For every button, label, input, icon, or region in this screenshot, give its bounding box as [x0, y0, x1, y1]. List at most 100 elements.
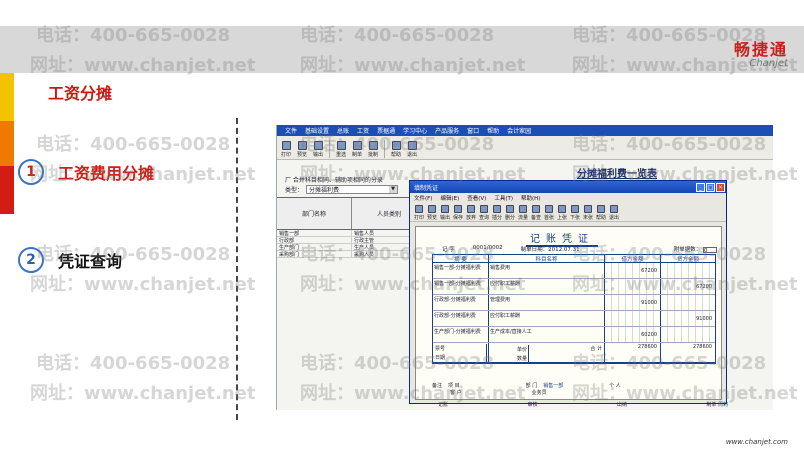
entry-credit[interactable] — [661, 263, 715, 278]
discard-button[interactable]: 放弃 — [465, 205, 477, 221]
export-button[interactable]: 输出 — [439, 205, 451, 221]
button-label: 批制 — [367, 152, 378, 158]
menu-edit[interactable]: 编辑(E) — [440, 194, 459, 202]
table-row[interactable]: 销售一部 销售人员 — [277, 230, 427, 237]
reference-button[interactable]: 备查 — [530, 205, 542, 221]
menu-tools[interactable]: 工具(T) — [494, 194, 513, 202]
next-button[interactable]: 下张 — [569, 205, 581, 221]
table-row[interactable]: 行政部-分摊福利费 应付职工薪酬 91000 — [433, 311, 715, 327]
entry-debit[interactable]: 67200 — [605, 263, 661, 278]
menu-item[interactable]: 会计家园 — [507, 126, 531, 135]
button-label: 首张 — [543, 215, 554, 221]
entry-debit[interactable] — [605, 311, 661, 326]
table-row[interactable]: 行政部 行政主管 — [277, 237, 427, 244]
menu-help[interactable]: 帮助(H) — [521, 194, 540, 202]
print-button[interactable]: 打印 — [279, 141, 293, 158]
dialog-titlebar[interactable]: 填制凭证 _ □ × — [410, 181, 726, 193]
voucher-date[interactable]: 2012.07.31 — [548, 247, 580, 253]
first-button[interactable]: 首张 — [543, 205, 555, 221]
strip-red — [0, 166, 14, 214]
exit-button[interactable]: 退出 — [608, 205, 620, 221]
help-button[interactable]: 帮助 — [389, 141, 403, 158]
menu-item[interactable]: 学习中心 — [403, 126, 427, 135]
exit-button[interactable]: 退出 — [405, 141, 419, 158]
footer-line-2: 客 户 业务员 — [432, 389, 716, 396]
export-button[interactable]: 输出 — [311, 141, 325, 158]
entry-summary[interactable]: 生产部门-分摊福利费 — [433, 327, 489, 342]
entry-debit[interactable]: 91000 — [605, 295, 661, 310]
delete-entry-button[interactable]: 删分 — [504, 205, 516, 221]
button-label: 插分 — [491, 215, 502, 221]
entry-account[interactable]: 销售费用 — [489, 263, 605, 278]
table-row[interactable]: 采购部门 采购人员 — [277, 251, 427, 258]
voucher-number: 0001/0002 — [472, 245, 503, 251]
divider — [236, 118, 238, 420]
menu-item[interactable]: 基础设置 — [305, 126, 329, 135]
print-button[interactable]: 打印 — [413, 205, 425, 221]
save-button[interactable]: 保存 — [452, 205, 464, 221]
last-button[interactable]: 末张 — [582, 205, 594, 221]
entry-account[interactable]: 应付职工薪酬 — [489, 279, 605, 294]
table-row[interactable]: 生产部门 生产人员 — [277, 244, 427, 251]
preview-button[interactable]: 预览 — [295, 141, 309, 158]
batch-voucher-button[interactable]: 批制 — [366, 141, 380, 158]
type-select[interactable]: 分摊福利费 ▼ — [306, 185, 399, 194]
entry-credit[interactable] — [661, 295, 715, 310]
menu-item[interactable]: 工资 — [357, 126, 369, 135]
reselect-button[interactable]: 重选 — [334, 141, 348, 158]
total-credit: 278600 — [692, 344, 712, 350]
entry-debit[interactable]: 60200 — [605, 327, 661, 342]
menu-item[interactable]: 票据通 — [377, 126, 395, 135]
query-button[interactable]: 查询 — [478, 205, 490, 221]
menu-item[interactable]: 文件 — [285, 126, 297, 135]
menu-item[interactable]: 总账 — [337, 126, 349, 135]
grid-header: 部门名称 人员类别 — [277, 198, 427, 230]
attachments: 附单据数： 0 — [674, 245, 717, 254]
maker-label: 制单 — [706, 402, 717, 408]
maximize-icon[interactable]: □ — [706, 182, 715, 192]
menu-item[interactable]: 窗口 — [467, 126, 479, 135]
dept-value[interactable]: 销售一部 — [543, 382, 563, 389]
entry-summary[interactable]: 行政部-分摊福利费 — [433, 311, 489, 326]
entry-account[interactable]: 应付职工薪酬 — [489, 311, 605, 326]
prev-button[interactable]: 上张 — [556, 205, 568, 221]
entry-summary[interactable]: 销售一部-分摊福利费 — [433, 279, 489, 294]
menu-file[interactable]: 文件(F) — [414, 194, 432, 202]
close-icon[interactable]: × — [716, 182, 725, 192]
table-row[interactable]: 行政部-分摊福利费 管理费用 91000 — [433, 295, 715, 311]
menu-item[interactable]: 产品服务 — [435, 126, 459, 135]
entry-summary[interactable]: 行政部-分摊福利费 — [433, 295, 489, 310]
merge-option-checkbox[interactable]: 厂 合并科目相同、辅助项相同的分录 — [285, 175, 383, 184]
table-row[interactable]: 销售一部-分摊福利费 销售费用 67200 — [433, 263, 715, 279]
entry-account[interactable]: 生产成本/直接人工 — [489, 327, 605, 342]
entry-account[interactable]: 管理费用 — [489, 295, 605, 310]
make-voucher-button[interactable]: 制单 — [350, 141, 364, 158]
column-header: 借方金额 — [605, 255, 661, 263]
insert-icon — [493, 205, 501, 213]
total-debit: 278600 — [605, 343, 661, 362]
voucher-type[interactable]: 记 字 — [442, 245, 455, 253]
attach-count[interactable]: 0 — [703, 246, 717, 254]
voucher-form: 记账凭证 记 字 0001/0002 制单日期：2012.07.31 附单据数：… — [415, 226, 728, 408]
entry-summary[interactable]: 销售一部-分摊福利费 — [433, 263, 489, 278]
export-icon — [441, 205, 449, 213]
entry-debit[interactable] — [605, 279, 661, 294]
type-label: 类型： — [285, 187, 304, 194]
entry-credit[interactable]: 91000 — [661, 311, 715, 326]
help-button[interactable]: 帮助 — [595, 205, 607, 221]
entry-credit[interactable] — [661, 327, 715, 342]
preview-button[interactable]: 预览 — [426, 205, 438, 221]
insert-entry-button[interactable]: 插分 — [491, 205, 503, 221]
table-row[interactable]: 销售一部-分摊福利费 应付职工薪酬 67200 — [433, 279, 715, 295]
table-row[interactable]: 生产部门-分摊福利费 生产成本/直接人工 60200 — [433, 327, 715, 343]
step-1[interactable]: 1 工资费用分摊 — [18, 159, 154, 185]
cashflow-button[interactable]: 流量 — [517, 205, 529, 221]
search-icon — [480, 205, 488, 213]
step-2[interactable]: 2 凭证查询 — [18, 247, 122, 273]
entry-credit[interactable]: 67200 — [661, 279, 715, 294]
menu-view[interactable]: 查看(V) — [467, 194, 486, 202]
minimize-icon[interactable]: _ — [696, 182, 705, 192]
button-label: 输出 — [312, 152, 323, 158]
chevron-down-icon[interactable]: ▼ — [389, 186, 398, 193]
menu-item[interactable]: 帮助 — [487, 126, 499, 135]
